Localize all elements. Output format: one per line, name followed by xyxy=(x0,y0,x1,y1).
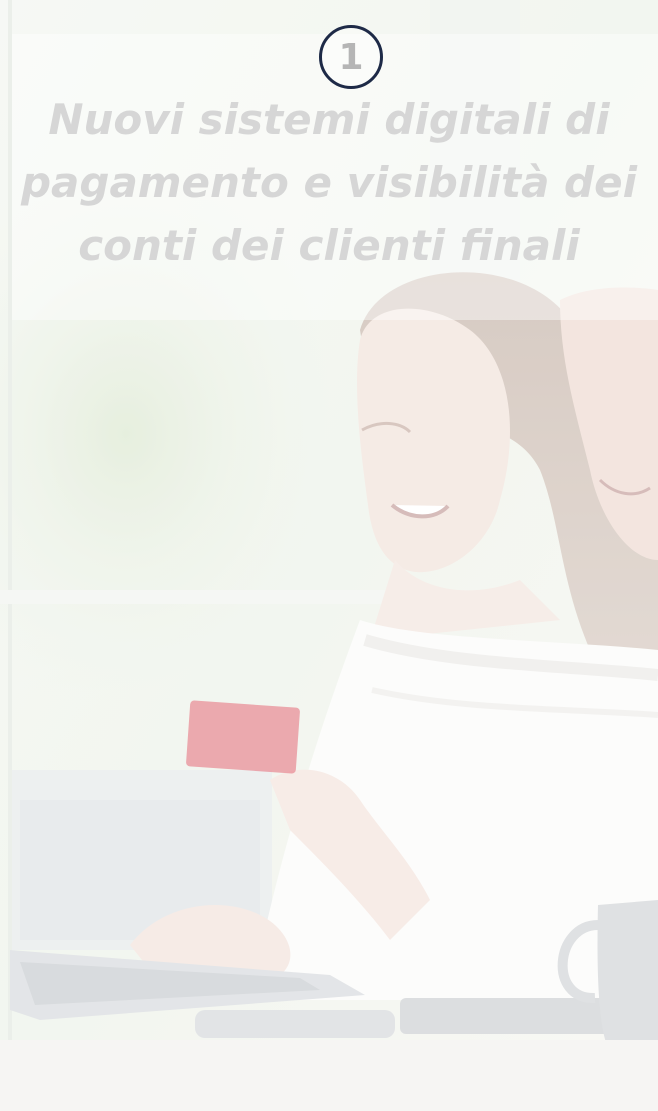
step-badge: 1 xyxy=(319,25,383,89)
slide-panel: 1 Nuovi sistemi digitali di pagamento e … xyxy=(0,0,658,1111)
step-number: 1 xyxy=(338,37,364,78)
page-title: Nuovi sistemi digitali di pagamento e vi… xyxy=(20,95,638,270)
